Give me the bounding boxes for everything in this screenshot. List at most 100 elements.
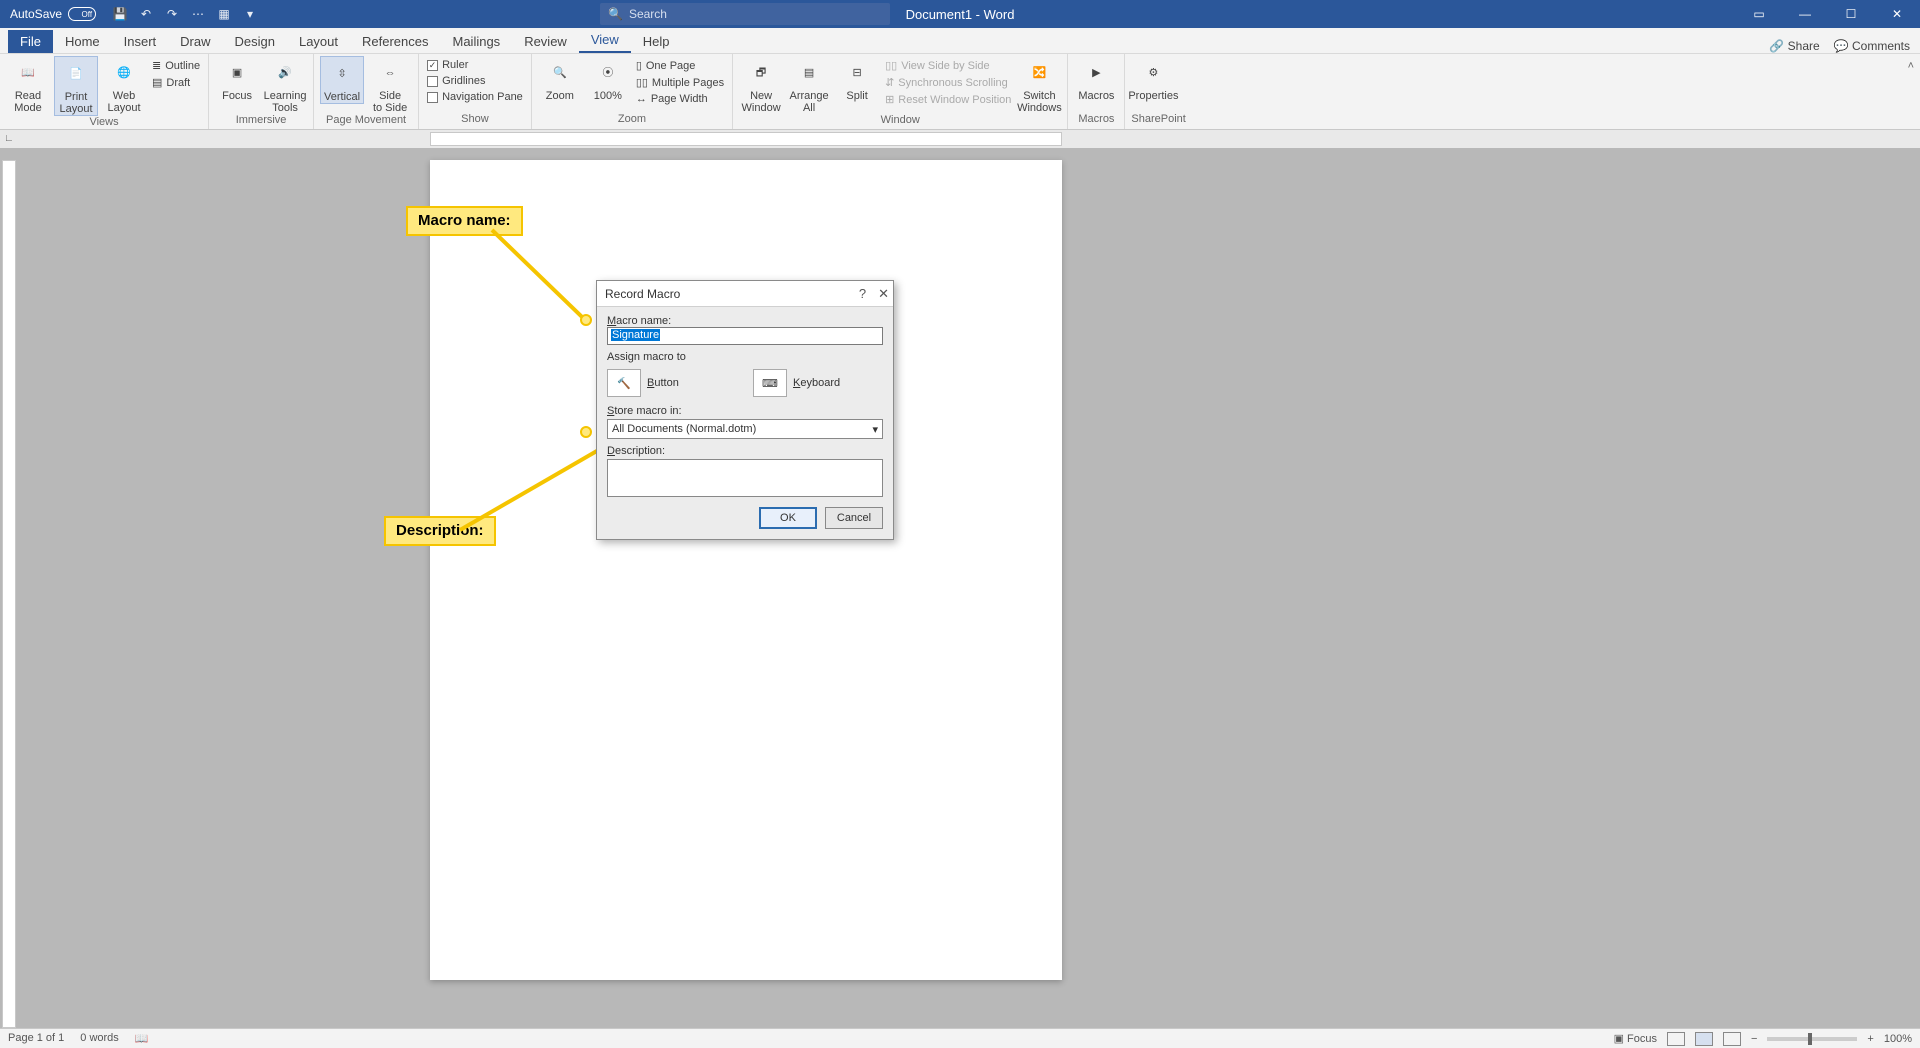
print-layout-icon: 📄 — [61, 59, 91, 89]
properties-button[interactable]: ⚙Properties — [1131, 56, 1175, 102]
store-macro-label: Store macro in: — [607, 405, 883, 417]
horizontal-ruler[interactable] — [430, 132, 1062, 146]
word-count[interactable]: 0 words — [80, 1032, 119, 1045]
group-page-movement: ⇳Vertical ⇔Sideto Side Page Movement — [314, 54, 419, 129]
callout-macro-name: Macro name: — [406, 206, 523, 236]
group-show-label: Show — [425, 113, 525, 129]
description-textarea[interactable] — [607, 459, 883, 497]
multiple-pages-button[interactable]: ▯▯Multiple Pages — [634, 75, 726, 90]
new-window-button[interactable]: 🗗NewWindow — [739, 56, 783, 114]
save-icon[interactable]: 💾 — [112, 6, 128, 22]
dialog-close-icon[interactable]: ✕ — [878, 286, 889, 302]
group-immersive-label: Immersive — [215, 114, 307, 129]
spell-check-icon[interactable]: 📖 — [135, 1032, 149, 1045]
switch-windows-button[interactable]: 🔀SwitchWindows — [1017, 56, 1061, 114]
macros-button[interactable]: ▶Macros — [1074, 56, 1118, 102]
ok-button[interactable]: OK — [759, 507, 817, 529]
tab-design[interactable]: Design — [223, 30, 287, 53]
tab-mailings[interactable]: Mailings — [441, 30, 513, 53]
sync-scroll-icon: ⇵ — [885, 76, 894, 89]
collapse-ribbon-icon[interactable]: ˄ — [1908, 60, 1914, 72]
one-page-button[interactable]: ▯One Page — [634, 58, 726, 73]
page-width-button[interactable]: ↔Page Width — [634, 92, 726, 106]
split-button[interactable]: ⊟Split — [835, 56, 879, 102]
close-icon[interactable]: ✕ — [1874, 0, 1920, 28]
read-mode-button[interactable]: 📖ReadMode — [6, 56, 50, 114]
qat-icon-1[interactable]: ⋯ — [190, 6, 206, 22]
web-view-icon[interactable] — [1723, 1032, 1741, 1046]
tab-insert[interactable]: Insert — [112, 30, 169, 53]
switch-windows-icon: 🔀 — [1024, 58, 1054, 88]
zoom-100-button[interactable]: ⦿100% — [586, 56, 630, 102]
qat-customize-icon[interactable]: ▾ — [242, 6, 258, 22]
tab-draw[interactable]: Draw — [168, 30, 222, 53]
group-sharepoint-label: SharePoint — [1131, 113, 1185, 129]
ruler-checkbox[interactable]: ✓Ruler — [425, 58, 525, 72]
page-count[interactable]: Page 1 of 1 — [8, 1032, 64, 1045]
minimize-icon[interactable]: — — [1782, 0, 1828, 28]
vertical-ruler[interactable] — [2, 160, 16, 1028]
focus-button[interactable]: ▣Focus — [215, 56, 259, 102]
status-bar: Page 1 of 1 0 words 📖 ▣ Focus − + 100% — [0, 1028, 1920, 1048]
autosave-label: AutoSave — [10, 7, 62, 21]
learning-tools-button[interactable]: 🔊LearningTools — [263, 56, 307, 114]
cancel-button[interactable]: Cancel — [825, 507, 883, 529]
zoom-100-icon: ⦿ — [593, 58, 623, 88]
arrange-all-button[interactable]: ▤ArrangeAll — [787, 56, 831, 114]
store-macro-select[interactable]: All Documents (Normal.dotm) ▾ — [607, 419, 883, 439]
record-macro-dialog: Record Macro ? ✕ Macro name: Signature A… — [596, 280, 894, 540]
document-area: Macro name: Description: Record Macro ? … — [0, 148, 1920, 1028]
autosave-toggle[interactable]: AutoSave Off — [10, 7, 96, 21]
zoom-button[interactable]: 🔍Zoom — [538, 56, 582, 102]
zoom-slider[interactable] — [1767, 1037, 1857, 1041]
zoom-in-icon[interactable]: + — [1867, 1033, 1873, 1045]
tab-review[interactable]: Review — [512, 30, 579, 53]
comments-button[interactable]: 💬 Comments — [1834, 39, 1910, 53]
reset-window-icon: ⊞ — [885, 93, 894, 106]
maximize-icon[interactable]: ☐ — [1828, 0, 1874, 28]
draft-button[interactable]: ▤Draft — [150, 75, 202, 90]
share-button[interactable]: 🔗 Share — [1769, 39, 1819, 53]
gridlines-checkbox[interactable]: Gridlines — [425, 74, 525, 88]
dialog-help-icon[interactable]: ? — [859, 286, 866, 302]
assign-keyboard[interactable]: ⌨ Keyboard — [753, 369, 883, 397]
chevron-down-icon: ▾ — [872, 423, 878, 436]
outline-button[interactable]: ≣Outline — [150, 58, 202, 73]
focus-mode-button[interactable]: ▣ Focus — [1614, 1032, 1657, 1045]
undo-icon[interactable]: ↶ — [138, 6, 154, 22]
tab-references[interactable]: References — [350, 30, 440, 53]
ribbon-display-icon[interactable]: ▭ — [1736, 0, 1782, 28]
macro-name-input[interactable]: Signature — [607, 327, 883, 345]
tab-help[interactable]: Help — [631, 30, 682, 53]
read-view-icon[interactable] — [1667, 1032, 1685, 1046]
tab-view[interactable]: View — [579, 28, 631, 53]
hammer-icon: 🔨 — [607, 369, 641, 397]
redo-icon[interactable]: ↷ — [164, 6, 180, 22]
tab-layout[interactable]: Layout — [287, 30, 350, 53]
vertical-icon: ⇳ — [327, 59, 357, 89]
page-width-icon: ↔ — [636, 93, 647, 105]
search-box[interactable]: 🔍 Search — [600, 3, 890, 25]
side-to-side-button[interactable]: ⇔Sideto Side — [368, 56, 412, 114]
tab-file[interactable]: File — [8, 30, 53, 53]
print-layout-button[interactable]: 📄PrintLayout — [54, 56, 98, 116]
group-zoom-label: Zoom — [538, 113, 726, 129]
search-placeholder: Search — [629, 7, 667, 21]
web-layout-button[interactable]: 🌐WebLayout — [102, 56, 146, 114]
assign-button[interactable]: 🔨 Button — [607, 369, 737, 397]
tab-selector-icon[interactable]: ∟ — [4, 133, 14, 144]
qat-icon-2[interactable]: ▦ — [216, 6, 232, 22]
macros-icon: ▶ — [1081, 58, 1111, 88]
vertical-button[interactable]: ⇳Vertical — [320, 56, 364, 104]
navigation-pane-checkbox[interactable]: Navigation Pane — [425, 90, 525, 104]
print-view-icon[interactable] — [1695, 1032, 1713, 1046]
document-title: Document1 - Word — [906, 7, 1015, 22]
group-views-label: Views — [6, 116, 202, 129]
multiple-pages-icon: ▯▯ — [636, 76, 648, 89]
focus-icon: ▣ — [222, 58, 252, 88]
dialog-title-bar[interactable]: Record Macro ? ✕ — [597, 281, 893, 307]
zoom-level[interactable]: 100% — [1884, 1033, 1912, 1045]
group-window-label: Window — [739, 114, 1061, 129]
zoom-out-icon[interactable]: − — [1751, 1033, 1757, 1045]
tab-home[interactable]: Home — [53, 30, 112, 53]
